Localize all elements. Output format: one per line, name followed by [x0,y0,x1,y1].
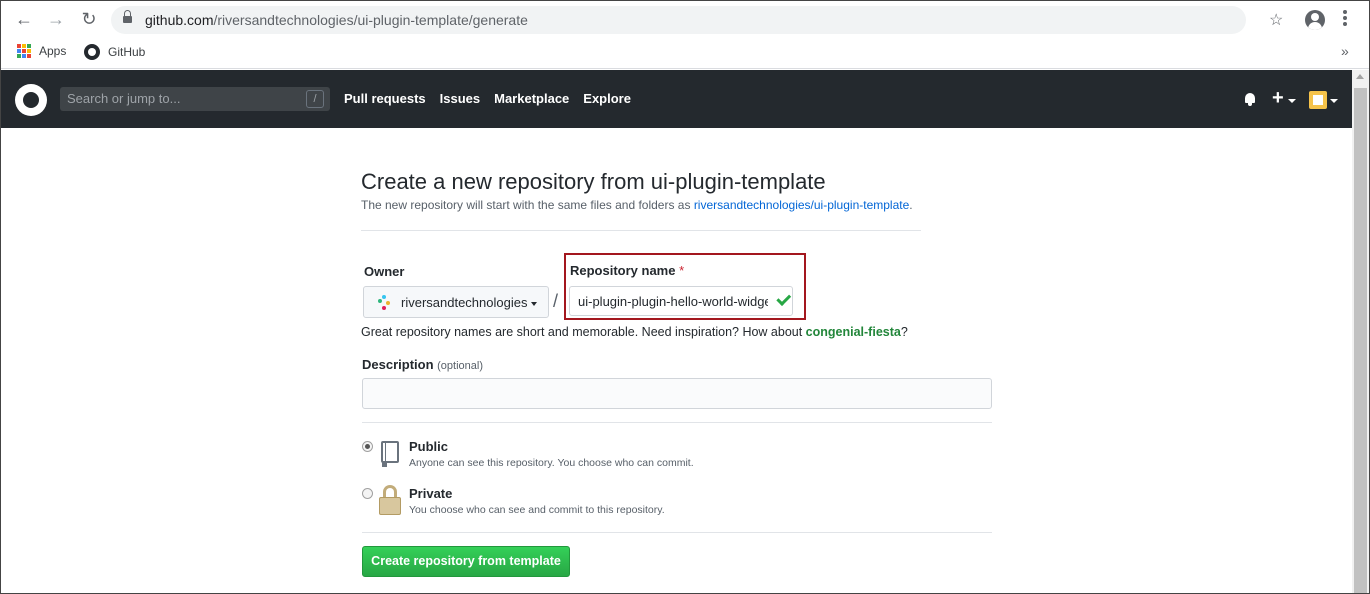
search-input[interactable]: Search or jump to... / [60,87,330,111]
bookmark-github[interactable]: GitHub [84,44,145,60]
forward-arrow-icon[interactable]: → [46,9,66,29]
repo-book-icon [379,441,401,467]
nav-pull-requests[interactable]: Pull requests [344,91,426,106]
create-new-plus-icon[interactable]: + [1272,87,1284,110]
divider [361,230,921,231]
github-logo-icon[interactable] [15,84,47,116]
search-placeholder: Search or jump to... [67,91,181,106]
divider [362,532,992,533]
org-logo-icon [378,295,390,311]
repo-name-label: Repository name * [570,263,685,278]
description-input[interactable] [362,378,992,409]
private-option-desc: You choose who can see and commit to thi… [409,504,665,516]
chevron-down-icon [531,302,537,306]
address-bar[interactable]: github.com/riversandtechnologies/ui-plug… [111,6,1283,34]
top-nav: Pull requests Issues Marketplace Explore [344,91,631,106]
browser-menu-icon[interactable] [1343,10,1347,28]
nav-marketplace[interactable]: Marketplace [494,91,569,106]
nav-explore[interactable]: Explore [583,91,631,106]
more-bookmarks-icon[interactable]: » [1341,43,1349,59]
page-title: Create a new repository from ui-plugin-t… [361,169,826,194]
bookmark-label: GitHub [108,45,146,59]
scrollbar-thumb[interactable] [1354,88,1367,593]
reload-icon[interactable]: ↻ [79,9,99,29]
owner-dropdown[interactable]: riversandtechnologies [363,286,549,318]
create-repository-button[interactable]: Create repository from template [362,546,570,577]
chevron-down-icon [1288,99,1296,103]
private-option-title: Private [409,486,453,501]
repo-name-value: ui-plugin-plugin-hello-world-widget [578,294,768,309]
notifications-bell-icon[interactable] [1244,93,1256,106]
apps-grid-icon [17,44,31,58]
padlock-icon [379,485,401,516]
scroll-up-arrow-icon[interactable] [1356,74,1364,79]
back-arrow-icon[interactable]: ← [14,9,34,29]
valid-check-icon [773,293,787,303]
public-option-desc: Anyone can see this repository. You choo… [409,457,694,469]
repo-name-hint: Great repository names are short and mem… [361,325,908,339]
public-radio[interactable] [362,441,373,452]
url-text: github.com/riversandtechnologies/ui-plug… [145,12,528,28]
divider [362,422,992,423]
profile-icon[interactable] [1305,10,1325,30]
owner-label: Owner [364,264,405,279]
bookmark-apps[interactable]: Apps [17,44,66,58]
bookmark-star-icon[interactable]: ☆ [1269,10,1283,30]
owner-repo-separator: / [553,291,559,311]
page-subtitle: The new repository will start with the s… [361,198,913,212]
chevron-down-icon [1330,99,1338,103]
nav-issues[interactable]: Issues [440,91,480,106]
bookmark-label: Apps [39,44,67,58]
search-shortcut-key: / [306,90,324,108]
lock-icon [123,10,132,24]
github-icon [84,44,100,60]
optional-tag: (optional) [437,360,483,372]
bookmarks-bar: Apps GitHub » [1,37,1369,69]
required-marker: * [679,263,685,278]
description-label: Description (optional) [362,357,483,372]
template-repo-link[interactable]: riversandtechnologies/ui-plugin-template [694,198,909,212]
private-radio[interactable] [362,488,373,499]
public-option-title: Public [409,439,449,454]
repo-name-input[interactable]: ui-plugin-plugin-hello-world-widget [569,286,793,316]
user-avatar[interactable] [1309,91,1327,109]
owner-value: riversandtechnologies [401,295,528,310]
browser-toolbar: ← → ↻ github.com/riversandtechnologies/u… [1,1,1369,37]
suggested-name[interactable]: congenial-fiesta [806,325,901,339]
github-header: Search or jump to... / Pull requests Iss… [1,70,1352,128]
